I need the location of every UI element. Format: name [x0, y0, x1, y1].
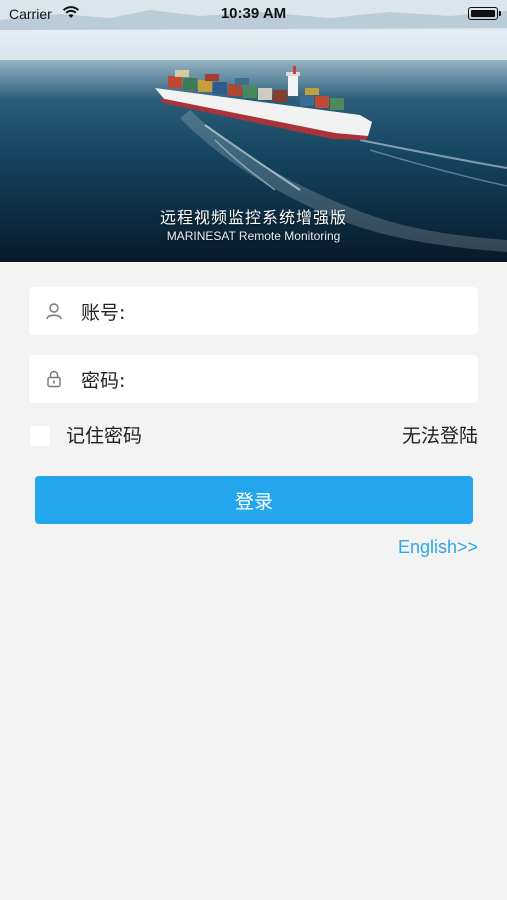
password-input[interactable]: [125, 355, 478, 403]
app-title: 远程视频监控系统增强版: [159, 208, 347, 227]
account-input[interactable]: [125, 287, 478, 335]
remember-password-checkbox[interactable]: [30, 426, 50, 446]
password-field[interactable]: 密码:: [29, 355, 478, 403]
status-bar: Carrier 10:39 AM: [0, 0, 507, 28]
user-icon: [44, 301, 64, 321]
battery-icon: [468, 7, 501, 20]
app-subtitle: MARINESAT Remote Monitoring: [166, 229, 341, 243]
lock-icon: [44, 369, 64, 389]
status-time: 10:39 AM: [220, 5, 287, 22]
hero-banner: Carrier 10:39 AM 远程视频监控系统增强版 MARINESAT R…: [0, 0, 507, 262]
login-button[interactable]: 登录: [35, 476, 473, 524]
password-label: 密码:: [81, 369, 126, 392]
remember-password-label[interactable]: 记住密码: [66, 421, 142, 448]
account-field[interactable]: 账号:: [29, 287, 478, 335]
account-label: 账号:: [81, 301, 126, 324]
english-language-link[interactable]: English>>: [398, 537, 478, 558]
cant-login-link[interactable]: 无法登陆: [402, 421, 478, 448]
